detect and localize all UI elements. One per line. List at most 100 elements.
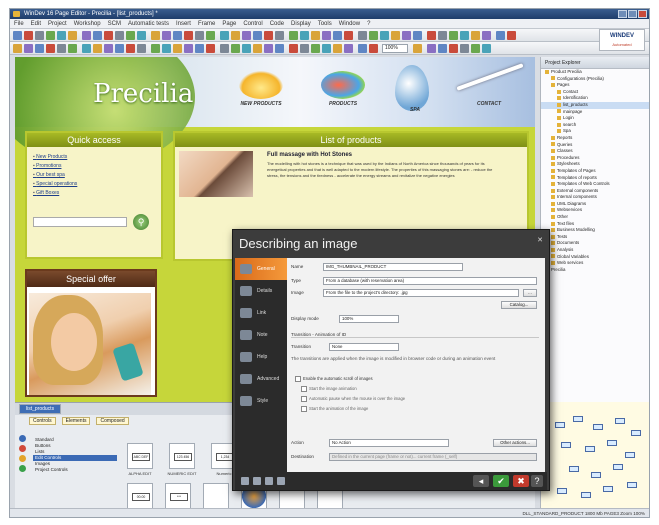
toolbar-button[interactable] bbox=[471, 44, 480, 53]
ok-button[interactable]: ✔ bbox=[493, 475, 509, 487]
subtab-controls[interactable]: Controls bbox=[29, 416, 56, 425]
tree-item[interactable]: Login bbox=[541, 115, 649, 122]
menu-display[interactable]: Display bbox=[291, 19, 311, 28]
catalog-control[interactable] bbox=[203, 483, 229, 509]
toolbar-button[interactable] bbox=[220, 44, 229, 53]
toolbar-button[interactable] bbox=[496, 31, 505, 40]
menu-frame[interactable]: Frame bbox=[198, 19, 215, 28]
toolbar-button[interactable] bbox=[242, 31, 251, 40]
menu-tools[interactable]: Tools bbox=[318, 19, 332, 28]
toolbar-button[interactable] bbox=[195, 31, 204, 40]
toolbar-button[interactable] bbox=[115, 44, 124, 53]
toolbar-button[interactable] bbox=[57, 31, 66, 40]
tree-item[interactable]: Documents bbox=[541, 240, 649, 247]
tree-item[interactable]: Procedures bbox=[541, 155, 649, 162]
subtab-elements[interactable]: Elements bbox=[61, 416, 91, 425]
menu-help[interactable]: ? bbox=[367, 19, 370, 28]
toolbar-button[interactable] bbox=[46, 31, 55, 40]
toolbar-button[interactable] bbox=[126, 31, 135, 40]
nav-contact[interactable]: CONTACT bbox=[461, 71, 517, 115]
toolbar-button[interactable] bbox=[24, 31, 33, 40]
tree-item[interactable]: Contact bbox=[541, 89, 649, 96]
tree-item[interactable]: Queries bbox=[541, 142, 649, 149]
toolbar-button[interactable] bbox=[24, 44, 33, 53]
toolbar-button[interactable] bbox=[220, 31, 229, 40]
tree-item[interactable]: Product Precilia bbox=[541, 69, 649, 76]
menu-control[interactable]: Control bbox=[243, 19, 262, 28]
option-start-image[interactable]: Start the animation of the image bbox=[301, 406, 368, 412]
tab-list-products[interactable]: list_products bbox=[19, 404, 62, 414]
tree-item[interactable]: External components bbox=[541, 188, 649, 195]
search-go-icon[interactable]: ⚲ bbox=[133, 214, 149, 230]
menu-window[interactable]: Window bbox=[339, 19, 360, 28]
toolbar-button[interactable] bbox=[151, 31, 160, 40]
toolbar-button[interactable] bbox=[322, 44, 331, 53]
toolbar-button[interactable] bbox=[449, 44, 458, 53]
toolbar-button[interactable] bbox=[358, 31, 367, 40]
toolbar-button[interactable] bbox=[173, 31, 182, 40]
cancel-button[interactable]: ✖ bbox=[513, 475, 529, 487]
menu-insert[interactable]: Insert bbox=[176, 19, 191, 28]
toolbar-button[interactable] bbox=[482, 44, 491, 53]
toolbar-button[interactable] bbox=[206, 44, 215, 53]
toolbar-button[interactable] bbox=[82, 44, 91, 53]
toolbar-button[interactable] bbox=[242, 44, 251, 53]
ok-icon[interactable] bbox=[19, 465, 26, 472]
name-field[interactable]: IMG_THUMBNAIL_PRODUCT bbox=[323, 263, 463, 271]
link-new-products[interactable]: New Products bbox=[33, 153, 155, 162]
toolbar-button[interactable] bbox=[289, 44, 298, 53]
toolbar-button[interactable] bbox=[104, 31, 113, 40]
toolbar-button[interactable] bbox=[93, 31, 102, 40]
toolbar-button[interactable] bbox=[289, 31, 298, 40]
toolbar-button[interactable] bbox=[311, 31, 320, 40]
home-icon[interactable] bbox=[241, 477, 249, 485]
dialog-tab-details[interactable]: Details bbox=[235, 280, 287, 302]
tree-item[interactable]: list_products bbox=[541, 101, 649, 109]
toolbar-button[interactable] bbox=[137, 44, 146, 53]
toolbar-button[interactable] bbox=[471, 31, 480, 40]
toolbar-button[interactable] bbox=[68, 44, 77, 53]
tree-item[interactable]: Precilia bbox=[541, 267, 649, 274]
toolbar-button[interactable] bbox=[115, 31, 124, 40]
toolbar-button[interactable] bbox=[13, 31, 22, 40]
menu-project[interactable]: Project bbox=[48, 19, 67, 28]
type-select[interactable]: From a database (with reservation area) bbox=[323, 277, 537, 285]
toolbar-button[interactable] bbox=[460, 31, 469, 40]
toolbar-button[interactable] bbox=[369, 31, 378, 40]
toolbar-button[interactable] bbox=[344, 31, 353, 40]
search-input[interactable] bbox=[33, 217, 127, 227]
toolbar-button[interactable] bbox=[162, 44, 171, 53]
display-mode-select[interactable]: 100% bbox=[339, 315, 399, 323]
maximize-button[interactable] bbox=[628, 10, 637, 18]
catalog-control[interactable]: 123 456 bbox=[169, 443, 195, 469]
tree-item[interactable]: Identification bbox=[541, 95, 649, 102]
toolbar-button[interactable] bbox=[231, 31, 240, 40]
toolbar-button[interactable] bbox=[369, 44, 378, 53]
dialog-tab-link[interactable]: Link bbox=[235, 302, 287, 324]
toolbar-button[interactable] bbox=[427, 44, 436, 53]
previous-button[interactable]: ◂ bbox=[473, 475, 489, 487]
toolbar-button[interactable] bbox=[438, 31, 447, 40]
toolbar-button[interactable] bbox=[391, 31, 400, 40]
catalog-control[interactable]: ABC DEF bbox=[127, 443, 153, 469]
dialog-tab-style[interactable]: Style bbox=[235, 390, 287, 412]
tree-item[interactable]: search bbox=[541, 122, 649, 129]
toolbar-button[interactable] bbox=[333, 31, 342, 40]
menu-code[interactable]: Code bbox=[270, 19, 284, 28]
toolbar-button[interactable] bbox=[402, 31, 411, 40]
catalog-button[interactable]: Catalog... bbox=[501, 301, 537, 309]
nav-products[interactable]: PRODUCTS bbox=[315, 71, 371, 115]
pencil-icon[interactable] bbox=[19, 435, 26, 442]
option-start-animation[interactable]: Start the image animation bbox=[301, 386, 357, 392]
catalog-control[interactable]: *** bbox=[165, 483, 191, 509]
page-minimap[interactable] bbox=[540, 402, 649, 516]
tree-item[interactable]: Classes bbox=[541, 148, 649, 155]
tree-item[interactable]: Pages bbox=[541, 82, 649, 89]
toolbar-button[interactable] bbox=[413, 31, 422, 40]
minimize-button[interactable] bbox=[618, 10, 627, 18]
image-field[interactable]: From the file to the project's directory… bbox=[323, 289, 519, 297]
toolbar-button[interactable] bbox=[300, 44, 309, 53]
toolbar-button[interactable] bbox=[460, 44, 469, 53]
dialog-tab-help[interactable]: Help bbox=[235, 346, 287, 368]
category-item[interactable]: Project Controls bbox=[33, 467, 117, 473]
